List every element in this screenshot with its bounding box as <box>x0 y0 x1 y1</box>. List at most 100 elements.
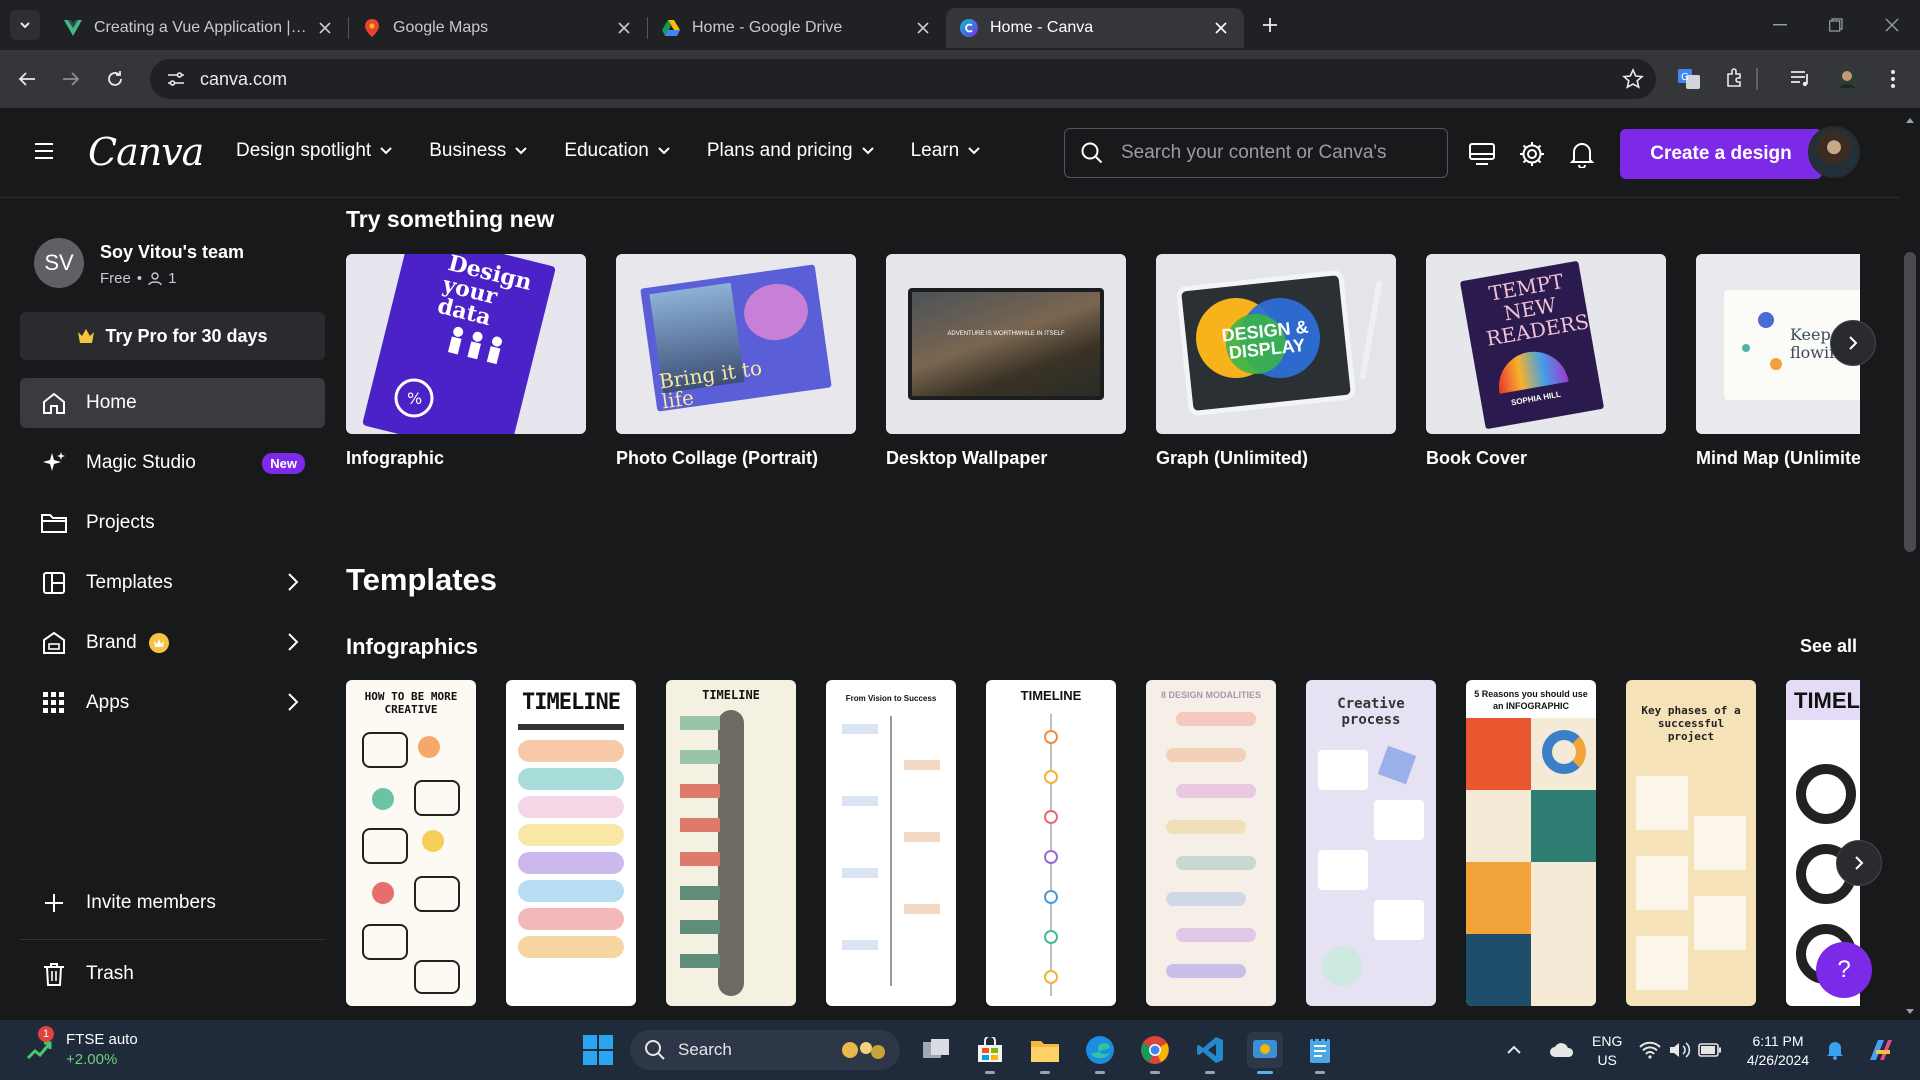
copilot-icon[interactable] <box>1862 1032 1898 1068</box>
close-icon[interactable] <box>1212 19 1230 37</box>
sidebar-item-trash[interactable]: Trash <box>20 949 325 999</box>
design-type-card[interactable]: Keep ideas flowing Mind Map (Unlimited) <box>1696 254 1860 469</box>
extensions-puzzle-icon[interactable] <box>1718 62 1752 96</box>
sidebar-item-home[interactable]: Home <box>20 378 325 428</box>
gear-icon[interactable] <box>1516 138 1548 170</box>
template-title: From Vision to Success <box>845 694 937 703</box>
bookmark-star-icon[interactable] <box>1622 68 1644 95</box>
template-card[interactable]: From Vision to Success <box>826 680 956 1006</box>
address-bar[interactable]: canva.com <box>150 59 1656 99</box>
task-view-icon[interactable] <box>918 1032 954 1068</box>
template-carousel-next-button[interactable] <box>1836 840 1882 886</box>
nav-business[interactable]: Business <box>429 140 528 162</box>
nav-education[interactable]: Education <box>564 140 671 162</box>
language-top: ENG <box>1592 1033 1623 1049</box>
restore-button[interactable] <box>1808 0 1864 50</box>
search-input[interactable]: Search your content or Canva's <box>1064 128 1448 178</box>
template-card[interactable]: TIMELINE <box>986 680 1116 1006</box>
search-placeholder: Search your content or Canva's <box>1121 142 1387 163</box>
desktop-app-icon[interactable] <box>1466 138 1498 170</box>
minimize-button[interactable] <box>1752 0 1808 50</box>
tab-drive[interactable]: Home - Google Drive <box>648 8 946 48</box>
try-pro-button[interactable]: Try Pro for 30 days <box>20 312 325 360</box>
template-card[interactable]: TIMELINE <box>506 680 636 1006</box>
file-explorer-icon[interactable] <box>1027 1032 1063 1074</box>
scroll-thumb[interactable] <box>1904 252 1916 552</box>
design-type-card[interactable]: TEMPT NEW READERS SOPHIA HILL Book Cover <box>1426 254 1666 469</box>
template-card[interactable]: HOW TO BE MORE CREATIVE <box>346 680 476 1006</box>
nav-plans-pricing[interactable]: Plans and pricing <box>707 140 875 162</box>
browser-toolbar: canva.com G <box>0 50 1920 108</box>
tab-canva[interactable]: Home - Canva <box>946 8 1244 48</box>
try-pro-label: Try Pro for 30 days <box>105 325 268 346</box>
template-card[interactable]: 5 Reasons you should use an INFOGRAPHIC <box>1466 680 1596 1006</box>
carousel-next-button[interactable] <box>1830 320 1876 366</box>
tab-title: Google Maps <box>393 19 489 36</box>
notepad-icon[interactable] <box>1302 1032 1338 1074</box>
wifi-icon[interactable] <box>1638 1032 1662 1068</box>
design-type-label: Infographic <box>346 448 444 468</box>
more-menu-icon[interactable] <box>1876 62 1910 96</box>
template-card[interactable]: Creative process <box>1306 680 1436 1006</box>
new-tab-button[interactable] <box>1254 9 1286 41</box>
bell-icon[interactable] <box>1566 138 1598 170</box>
battery-icon[interactable] <box>1698 1032 1722 1068</box>
design-type-card[interactable]: Bring it to life Photo Collage (Portrait… <box>616 254 856 469</box>
canva-logo[interactable]: Canva <box>88 130 204 174</box>
windows-start-icon[interactable] <box>580 1032 616 1068</box>
tab-vue[interactable]: Creating a Vue Application | Vu <box>50 8 348 48</box>
template-card[interactable]: TIMELINE <box>666 680 796 1006</box>
volume-icon[interactable] <box>1668 1032 1692 1068</box>
design-type-card[interactable]: Design your data % Infographic <box>346 254 586 469</box>
site-info-icon[interactable] <box>156 71 196 87</box>
template-title: 5 Reasons you should use an INFOGRAPHIC <box>1474 689 1588 711</box>
chrome-icon[interactable] <box>1137 1032 1173 1074</box>
design-type-card[interactable]: DESIGN & DISPLAY Graph (Unlimited) <box>1156 254 1396 469</box>
vscode-icon[interactable] <box>1192 1032 1228 1074</box>
page-scrollbar[interactable] <box>1900 108 1920 1020</box>
close-window-button[interactable] <box>1864 0 1920 50</box>
close-icon[interactable] <box>316 19 334 37</box>
help-button[interactable]: ? <box>1816 942 1872 998</box>
sidebar-item-templates[interactable]: Templates <box>20 558 325 608</box>
onedrive-icon[interactable] <box>1544 1032 1580 1068</box>
nav-learn[interactable]: Learn <box>911 140 982 162</box>
hamburger-menu-icon[interactable] <box>34 142 54 165</box>
template-card[interactable]: Key phases of a successful project <box>1626 680 1756 1006</box>
profile-avatar[interactable] <box>1830 62 1864 96</box>
forward-button[interactable] <box>54 62 88 96</box>
clock[interactable]: 6:11 PM 4/26/2024 <box>1738 1032 1818 1070</box>
taskbar-search[interactable]: Search <box>630 1030 900 1070</box>
search-icon <box>645 1040 665 1060</box>
snipping-tool-icon[interactable] <box>1247 1032 1283 1074</box>
back-button[interactable] <box>10 62 44 96</box>
close-icon[interactable] <box>615 19 633 37</box>
see-all-link[interactable]: See all <box>1800 636 1857 657</box>
reload-button[interactable] <box>98 62 132 96</box>
sidebar-item-magic-studio[interactable]: Magic Studio New <box>20 438 325 488</box>
weather-widget[interactable]: 1 FTSE auto +2.00% <box>26 1026 138 1070</box>
chevron-down-icon <box>861 147 874 155</box>
invite-members-button[interactable]: Invite members <box>20 878 325 928</box>
chevron-right-icon <box>1849 336 1858 350</box>
close-icon[interactable] <box>914 19 932 37</box>
sidebar-item-brand[interactable]: Brand <box>20 618 325 668</box>
chevron-up-icon[interactable] <box>1504 1032 1524 1068</box>
translate-extension-icon[interactable]: G <box>1672 62 1706 96</box>
design-type-card[interactable]: ADVENTURE IS WORTHWHILE IN ITSELF Deskto… <box>886 254 1126 469</box>
tab-maps[interactable]: Google Maps <box>349 8 647 48</box>
edge-icon[interactable] <box>1082 1032 1118 1074</box>
sidebar-item-projects[interactable]: Projects <box>20 498 325 548</box>
team-name[interactable]: Soy Vitou's team <box>100 242 244 263</box>
tab-search-button[interactable] <box>10 10 40 40</box>
media-controls-icon[interactable] <box>1784 62 1818 96</box>
microsoft-store-icon[interactable] <box>972 1032 1008 1074</box>
language-indicator[interactable]: ENG US <box>1592 1032 1622 1070</box>
template-card[interactable]: 8 DESIGN MODALITIES <box>1146 680 1276 1006</box>
nav-design-spotlight[interactable]: Design spotlight <box>236 140 393 162</box>
sidebar-item-apps[interactable]: Apps <box>20 678 325 728</box>
user-avatar[interactable] <box>1808 126 1860 178</box>
create-design-button[interactable]: Create a design <box>1620 129 1822 179</box>
notifications-bell-icon[interactable] <box>1822 1032 1848 1068</box>
team-avatar[interactable]: SV <box>34 238 84 288</box>
